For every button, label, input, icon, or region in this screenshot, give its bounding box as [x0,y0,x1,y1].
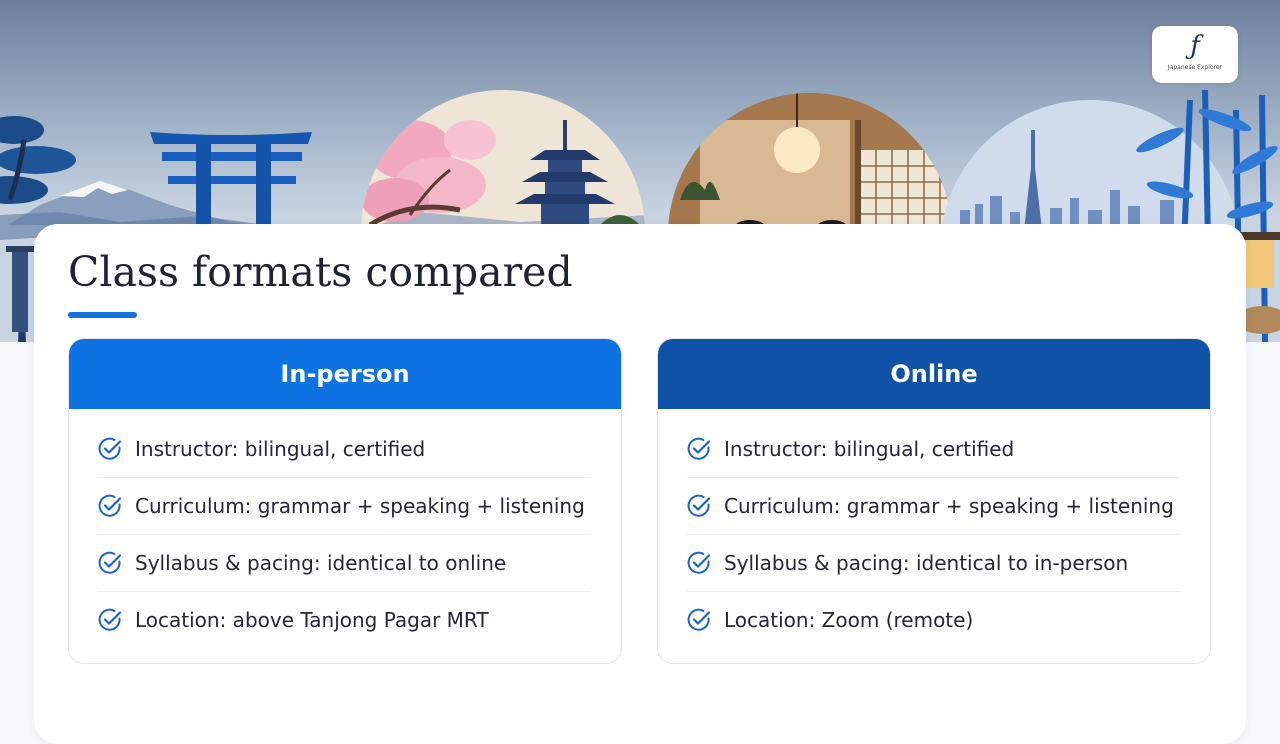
format-card-header: In-person [69,339,621,409]
title-underline [68,312,137,318]
check-circle-icon [98,551,122,574]
list-item-text: Syllabus & pacing: identical to in-perso… [724,551,1129,575]
list-item: Instructor: bilingual, certified [686,421,1180,478]
check-circle-icon [687,608,711,631]
list-item-text: Syllabus & pacing: identical to online [135,551,507,575]
list-item-text: Curriculum: grammar + speaking + listeni… [724,494,1174,518]
check-circle-icon [98,494,122,517]
logo: ƒ Japanese Explorer [1152,26,1238,83]
page-title: Class formats compared [68,248,573,296]
list-item-text: Instructor: bilingual, certified [724,437,1015,461]
format-card-online: Online Instructor: bilingual, certified … [657,338,1211,664]
feature-list: Instructor: bilingual, certified Curricu… [658,409,1210,648]
format-card-title: Online [890,360,978,388]
list-item: Location: above Tanjong Pagar MRT [97,592,591,648]
list-item: Location: Zoom (remote) [686,592,1180,648]
logo-text: Japanese Explorer [1167,64,1223,71]
list-item: Curriculum: grammar + speaking + listeni… [686,478,1180,535]
check-circle-icon [687,494,711,517]
format-card-title: In-person [280,360,410,388]
list-item-text: Instructor: bilingual, certified [135,437,426,461]
list-item: Curriculum: grammar + speaking + listeni… [97,478,591,535]
check-circle-icon [687,437,711,460]
list-item-text: Location: above Tanjong Pagar MRT [135,608,489,632]
format-card-header: Online [658,339,1210,409]
check-circle-icon [687,551,711,574]
list-item-text: Location: Zoom (remote) [724,608,974,632]
check-circle-icon [98,437,122,460]
logo-icon: ƒ [1190,31,1200,61]
feature-list: Instructor: bilingual, certified Curricu… [69,409,621,648]
format-card-in-person: In-person Instructor: bilingual, certifi… [68,338,622,664]
list-item-text: Curriculum: grammar + speaking + listeni… [135,494,585,518]
list-item: Instructor: bilingual, certified [97,421,591,478]
list-item: Syllabus & pacing: identical to in-perso… [686,535,1180,592]
check-circle-icon [98,608,122,631]
list-item: Syllabus & pacing: identical to online [97,535,591,592]
